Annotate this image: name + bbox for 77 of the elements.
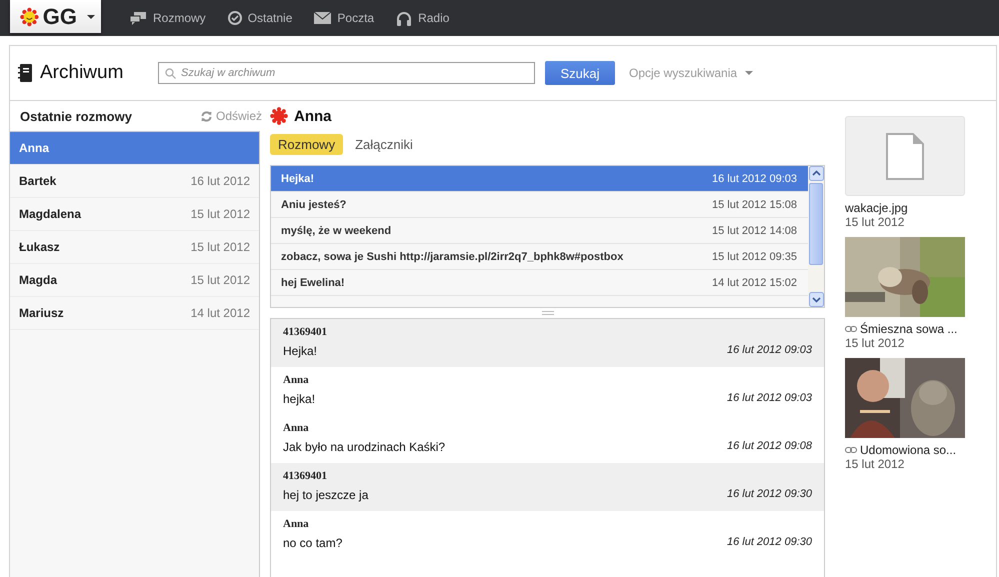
nav-link[interactable]: Poczta bbox=[314, 11, 374, 25]
thread-text: Aniu jesteś? bbox=[281, 198, 346, 210]
message-author: Anna bbox=[283, 422, 310, 436]
conversation-date: 16 lut 2012 bbox=[190, 174, 250, 188]
thread-text: myślę, że w weekend bbox=[281, 224, 392, 236]
link-icon bbox=[845, 447, 857, 453]
message-text: no co tam? bbox=[283, 536, 344, 552]
search-icon bbox=[165, 68, 176, 79]
contact-name: Magda bbox=[19, 273, 58, 287]
clock-icon bbox=[228, 11, 242, 25]
search-button[interactable]: Szukaj bbox=[545, 61, 615, 85]
message-date: 16 lut 2012 09:03 bbox=[726, 392, 812, 406]
message-date: 16 lut 2012 09:03 bbox=[726, 344, 812, 358]
thread-row[interactable]: Aniu jesteś? 15 lut 2012 15:08 bbox=[271, 192, 808, 218]
contact-name: Anna bbox=[19, 141, 49, 155]
refresh-icon bbox=[200, 110, 212, 122]
thread-date: 15 lut 2012 15:08 bbox=[712, 198, 797, 210]
mail-icon bbox=[314, 12, 332, 24]
search-field[interactable]: Szukaj w archiwum bbox=[158, 62, 535, 84]
contact-name: Bartek bbox=[19, 174, 56, 188]
thread-text: zobacz, sowa je Sushi http://jaramsie.pl/2irr2q7_bphk8w#postbox bbox=[281, 250, 624, 262]
attachment-title[interactable]: Udomowiona so... bbox=[845, 443, 975, 457]
conversation-date: 15 lut 2012 bbox=[190, 273, 250, 287]
contact-name: Łukasz bbox=[19, 240, 60, 254]
thread-text: Hejka! bbox=[281, 172, 314, 184]
attachment-date: 15 lut 2012 bbox=[845, 336, 906, 350]
message-date: 16 lut 2012 09:08 bbox=[726, 440, 812, 454]
attachment-date: 15 lut 2012 bbox=[845, 457, 906, 471]
message-author: Anna bbox=[283, 374, 310, 388]
attachment-title[interactable]: Śmieszna sowa ... bbox=[845, 322, 975, 336]
conversation-date: 15 lut 2012 bbox=[190, 207, 250, 221]
file-icon bbox=[886, 132, 924, 180]
thread-row[interactable]: hej Ewelina! 14 lut 2012 15:02 bbox=[271, 270, 808, 296]
attachment-date: 15 lut 2012 bbox=[845, 215, 906, 229]
headphones-icon bbox=[396, 10, 412, 26]
file-thumbnail[interactable] bbox=[845, 116, 965, 196]
conversation-date: 14 lut 2012 bbox=[190, 306, 250, 320]
message-date: 16 lut 2012 09:30 bbox=[726, 488, 812, 502]
page-title: Archiwum bbox=[40, 62, 124, 84]
message-text: Jak było na urodzinach Kaśki? bbox=[283, 440, 446, 456]
sidebar-title: Ostatnie rozmowy bbox=[20, 108, 132, 124]
tab[interactable]: Załączniki bbox=[347, 134, 421, 154]
status-icon bbox=[270, 107, 288, 125]
conversation-item[interactable]: Anna bbox=[10, 132, 259, 165]
thread-text: hej Ewelina! bbox=[281, 276, 345, 288]
thread-date: 16 lut 2012 09:03 bbox=[712, 172, 797, 184]
link-icon bbox=[845, 326, 857, 332]
contact-name: Mariusz bbox=[19, 306, 64, 320]
scroll-up-icon[interactable] bbox=[808, 166, 824, 181]
message-author: 41369401 bbox=[283, 326, 328, 340]
thread-date: 14 lut 2012 15:02 bbox=[712, 276, 797, 288]
thread-date: 15 lut 2012 14:08 bbox=[712, 224, 797, 236]
notebook-icon bbox=[18, 64, 32, 82]
scrollbar[interactable] bbox=[808, 166, 824, 307]
nav-link[interactable]: Radio bbox=[396, 10, 450, 26]
message-author: 41369401 bbox=[283, 470, 328, 484]
message-text: Hejka! bbox=[283, 344, 318, 360]
message-date: 16 lut 2012 09:30 bbox=[726, 536, 812, 550]
resize-handle-icon[interactable] bbox=[542, 311, 554, 315]
chat-icon bbox=[129, 11, 147, 25]
message-author: Anna bbox=[283, 518, 310, 532]
attachment-title[interactable]: wakacje.jpg bbox=[845, 201, 975, 215]
nav-link[interactable]: Rozmowy bbox=[129, 11, 206, 25]
conversation-date: 15 lut 2012 bbox=[190, 240, 250, 254]
message-text: hej to jeszcze ja bbox=[283, 488, 370, 504]
thread-row[interactable]: zobacz, sowa je Sushi http://jaramsie.pl/2irr2q7_bphk8w#postbox 15 lut 2012 09:35 bbox=[271, 244, 808, 270]
logo-button[interactable]: GG bbox=[10, 0, 101, 33]
thread-date: 15 lut 2012 09:35 bbox=[712, 250, 797, 262]
tab[interactable]: Rozmowy bbox=[270, 134, 344, 154]
sun-icon bbox=[20, 6, 39, 28]
message-text: hejka! bbox=[283, 392, 316, 408]
contact-name: Magdalena bbox=[19, 207, 82, 221]
scroll-down-icon[interactable] bbox=[808, 292, 824, 307]
thread-row[interactable]: myślę, że w weekend 15 lut 2012 14:08 bbox=[271, 218, 808, 244]
thread-row[interactable]: Hejka! 16 lut 2012 09:03 bbox=[271, 166, 808, 192]
nav-link[interactable]: Ostatnie bbox=[228, 11, 292, 25]
contact-title: Anna bbox=[294, 108, 332, 124]
